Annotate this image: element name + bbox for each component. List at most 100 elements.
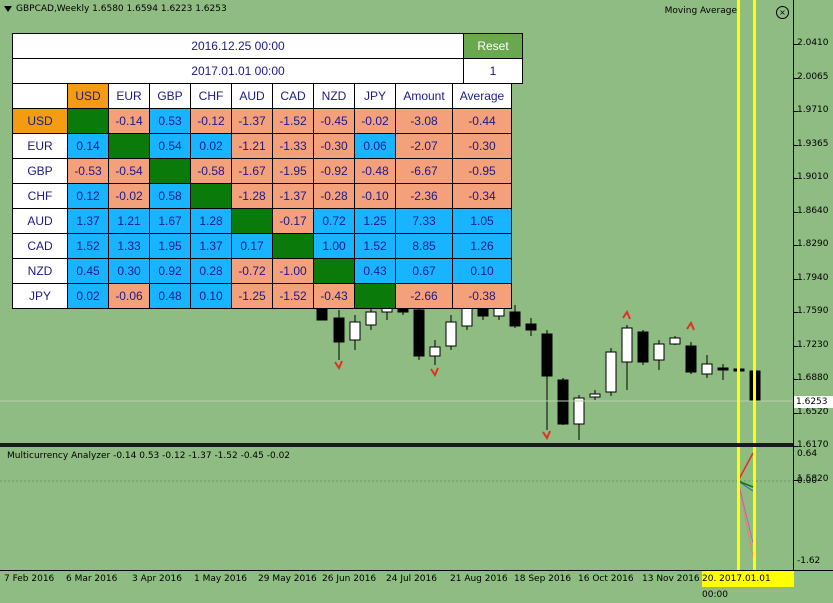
matrix-cell	[272, 233, 314, 259]
price-tick-mark	[794, 111, 798, 112]
price-tick-mark	[794, 178, 798, 179]
col-header-gbp[interactable]: GBP	[149, 83, 191, 109]
col-header-usd[interactable]: USD	[67, 83, 109, 109]
row-label-cad[interactable]: CAD	[12, 233, 68, 259]
matrix-cell: 0.02	[67, 283, 109, 309]
matrix-cell: -0.38	[452, 283, 512, 309]
row-label-chf[interactable]: CHF	[12, 183, 68, 209]
candle-body	[509, 311, 521, 327]
col-header-chf[interactable]: CHF	[190, 83, 232, 109]
candle-body	[445, 321, 457, 347]
matrix-cell: -0.58	[190, 158, 232, 184]
col-header-eur[interactable]: EUR	[108, 83, 150, 109]
matrix-cell: 7.33	[395, 208, 453, 234]
sub-scale-top: 0.64	[797, 449, 818, 459]
time-tick-label: 3 Apr 2016	[132, 574, 182, 584]
matrix-cell: -0.30	[313, 133, 355, 159]
matrix-cell: 1.33	[108, 233, 150, 259]
matrix-cell: -0.44	[452, 108, 512, 134]
price-tick-label: 1.9710	[797, 105, 829, 115]
fractal-arrow	[622, 309, 631, 320]
matrix-cell: -1.21	[231, 133, 273, 159]
price-tick-label: 1.8290	[797, 239, 829, 249]
matrix-cell: -0.72	[231, 258, 273, 284]
matrix-cell: 0.02	[190, 133, 232, 159]
price-axis[interactable]: 2.0410 2.0065 1.9710 1.9365 1.9010 1.8640 1.82…	[793, 0, 833, 570]
candle-body	[605, 351, 617, 393]
price-tick-label: 2.0410	[797, 38, 829, 48]
matrix-cell: 1.52	[67, 233, 109, 259]
price-tick-label: 1.6520	[797, 406, 829, 417]
matrix-cell: 0.53	[149, 108, 191, 134]
matrix-cell: -1.00	[272, 258, 314, 284]
matrix-cell: -2.66	[395, 283, 453, 309]
candle-body	[365, 311, 377, 326]
price-tick-mark	[794, 446, 798, 447]
row-label-usd[interactable]: USD	[12, 108, 68, 134]
matrix-cell: -0.53	[67, 158, 109, 184]
matrix-cell: 1.05	[452, 208, 512, 234]
row-label-gbp[interactable]: GBP	[12, 158, 68, 184]
matrix-cell: -0.92	[313, 158, 355, 184]
matrix-cell: -1.52	[272, 283, 314, 309]
matrix-cell: -0.10	[354, 183, 396, 209]
row-label-nzd[interactable]: NZD	[12, 258, 68, 284]
col-header-amount: Amount	[395, 83, 453, 109]
candle-body	[717, 367, 729, 371]
matrix-cell	[108, 133, 150, 159]
col-header-cad[interactable]: CAD	[272, 83, 314, 109]
matrix-cell: 1.25	[354, 208, 396, 234]
col-header-nzd[interactable]: NZD	[313, 83, 355, 109]
time-tick-label: 18 Sep 2016	[514, 574, 572, 584]
price-tick-mark	[794, 278, 798, 280]
price-tick-mark	[794, 44, 798, 45]
price-tick-mark	[794, 345, 798, 347]
matrix-cell: -1.67	[231, 158, 273, 184]
candle-body	[413, 309, 425, 357]
matrix-cell: -0.95	[452, 158, 512, 184]
sub-scale-bottom: -1.62	[797, 556, 821, 566]
col-header-aud[interactable]: AUD	[231, 83, 273, 109]
matrix-cell: 0.06	[354, 133, 396, 159]
time-tick-label: 7 Feb 2016	[4, 574, 55, 584]
candle-body	[701, 363, 713, 375]
matrix-cell: 0.10	[190, 283, 232, 309]
matrix-cell: 0.67	[395, 258, 453, 284]
matrix-cell: 1.26	[452, 233, 512, 259]
period-start-marker[interactable]	[737, 0, 740, 443]
time-tick-label: 13 Nov 2016	[642, 574, 700, 584]
price-tick-mark	[794, 211, 798, 213]
fractal-arrow	[430, 367, 439, 378]
matrix-cell	[149, 158, 191, 184]
sub-period-end-marker	[753, 447, 756, 570]
price-tick-mark	[794, 412, 798, 414]
matrix-cell: 0.54	[149, 133, 191, 159]
reset-button[interactable]: Reset	[463, 33, 523, 59]
row-label-jpy[interactable]: JPY	[12, 283, 68, 309]
time-tick-label: 29 May 2016	[258, 574, 317, 584]
date-to-cell[interactable]: 2017.01.01 00:00	[12, 58, 464, 84]
matrix-cell: 0.10	[452, 258, 512, 284]
row-label-eur[interactable]: EUR	[12, 133, 68, 159]
matrix-cell: -0.54	[108, 158, 150, 184]
date-from-cell[interactable]: 2016.12.25 00:00	[12, 33, 464, 59]
col-header-jpy[interactable]: JPY	[354, 83, 396, 109]
matrix-cell: 1.37	[190, 233, 232, 259]
indicator-subwindow[interactable]: Multicurrency Analyzer -0.14 0.53 -0.12 …	[0, 447, 793, 570]
matrix-cell: 0.12	[67, 183, 109, 209]
matrix-cell: 0.14	[67, 133, 109, 159]
candle-body	[685, 345, 697, 373]
row-label-aud[interactable]: AUD	[12, 208, 68, 234]
matrix-cell: -1.37	[231, 108, 273, 134]
matrix-cell	[354, 283, 396, 309]
matrix-row-chf: CHF 0.12 -0.02 0.58 -1.28 -1.37 -0.28 -0.10 -2.3…	[12, 183, 512, 209]
candle-body	[669, 337, 681, 345]
price-tick-label: 1.7940	[797, 272, 829, 283]
matrix-cell: -0.48	[354, 158, 396, 184]
period-end-marker[interactable]	[753, 0, 756, 443]
matrix-cell: 0.48	[149, 283, 191, 309]
main-chart[interactable]: GBPCAD,Weekly 1.6580 1.6594 1.6223 1.625…	[0, 0, 793, 443]
matrix-row-usd: USD -0.14 0.53 -0.12 -1.37 -1.52 -0.45 -0.02 -3.…	[12, 108, 512, 134]
matrix-cell: 1.00	[313, 233, 355, 259]
price-tick-label: 1.9010	[797, 172, 829, 182]
